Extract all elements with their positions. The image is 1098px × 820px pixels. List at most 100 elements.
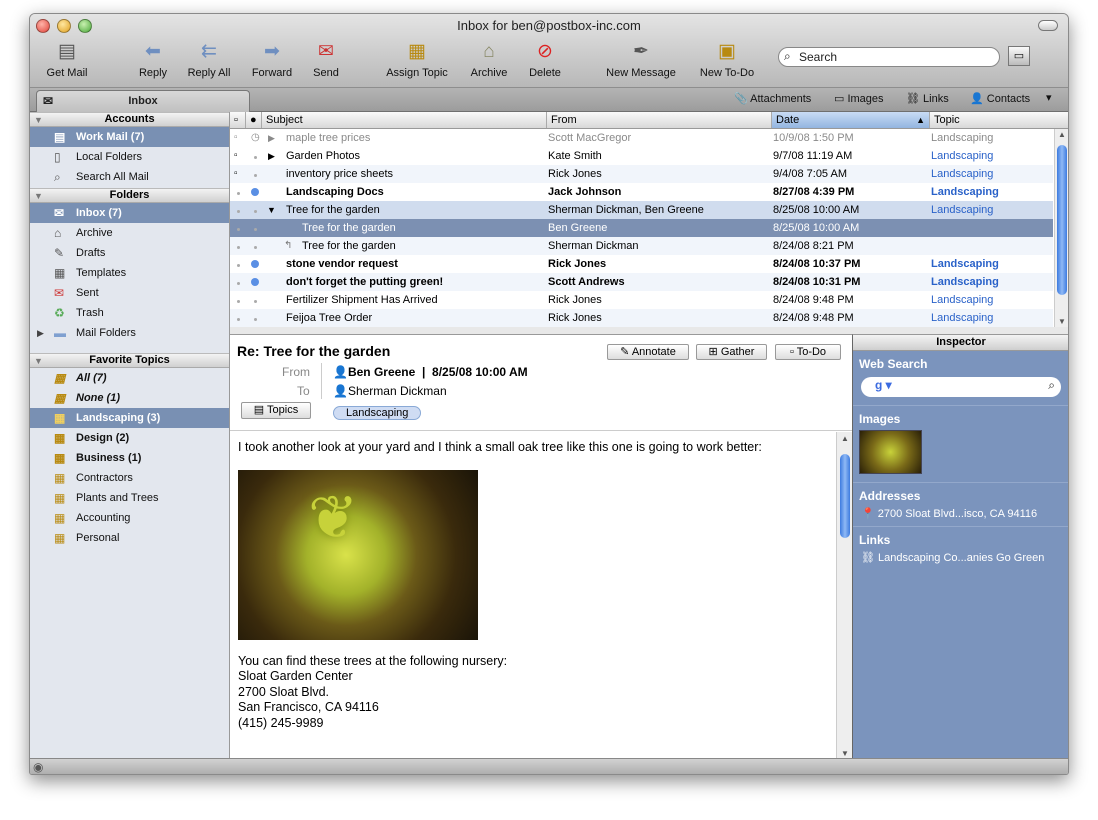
delete-icon: ⊘ xyxy=(537,41,553,62)
forward-button[interactable]: ➡ Forward xyxy=(249,40,295,79)
message-list-scrollbar[interactable]: ▲ ▼ xyxy=(1054,129,1068,327)
sidebar-item-trash[interactable]: ♻ Trash xyxy=(30,303,229,323)
map-pin-icon: 📍 xyxy=(861,508,875,520)
web-search-input[interactable]: g ▾ ⌕ xyxy=(861,377,1061,397)
annotate-button[interactable]: ✎ Annotate xyxy=(607,344,689,360)
address-item[interactable]: 📍 2700 Sloat Blvd...isco, CA 94116 xyxy=(853,503,1068,526)
get-mail-button[interactable]: ▤ Get Mail xyxy=(44,40,90,79)
link-item[interactable]: ⛓ Landscaping Co...anies Go Green xyxy=(853,547,1068,570)
replied-icon: ↰ xyxy=(284,240,293,251)
reply-button[interactable]: ⬅ Reply xyxy=(133,40,173,79)
message-row[interactable]: don't forget the putting green! Scott An… xyxy=(230,273,1053,291)
thread-collapsed-icon[interactable]: ▶ xyxy=(268,129,275,147)
topic-landscaping[interactable]: ▦ Landscaping (3) xyxy=(30,408,229,428)
to-value[interactable]: 👤Sherman Dickman xyxy=(333,384,447,398)
topic-design[interactable]: ▦ Design (2) xyxy=(30,428,229,448)
read-dot-icon xyxy=(237,273,240,291)
from-value[interactable]: 👤Ben Greene | 8/25/08 10:00 AM xyxy=(333,365,528,379)
sidebar-item-archive[interactable]: ⌂ Archive xyxy=(30,223,229,243)
read-column-header[interactable]: ● xyxy=(246,112,262,128)
image-thumbnail[interactable] xyxy=(859,430,922,474)
message-row[interactable]: Landscaping Docs Jack Johnson 8/27/08 4:… xyxy=(230,183,1053,201)
filter-images[interactable]: ▭ Images xyxy=(834,92,884,105)
scrollbar-thumb[interactable] xyxy=(1057,145,1067,295)
sidebar-item-local-folders[interactable]: ▯ Local Folders xyxy=(30,147,229,167)
date-column-header[interactable]: Date ▲ xyxy=(772,112,930,128)
person-icon: 👤 xyxy=(333,365,348,379)
message-row[interactable]: ▫ inventory price sheets Rick Jones 9/4/… xyxy=(230,165,1053,183)
sidebar-item-mail-folders[interactable]: ▶ ▬ Mail Folders xyxy=(30,323,229,343)
sidebar-item-templates[interactable]: ▦ Templates xyxy=(30,263,229,283)
sidebar-item-drafts[interactable]: ✎ Drafts xyxy=(30,243,229,263)
collapse-icon: ▼ xyxy=(34,191,43,201)
link-icon: ⛓ xyxy=(861,552,875,564)
accounts-header[interactable]: ▼ Accounts xyxy=(30,112,229,127)
tab-inbox[interactable]: ✉ Inbox xyxy=(36,90,250,112)
drafts-icon: ✎ xyxy=(54,246,65,260)
topic-contractors[interactable]: ▦ Contractors xyxy=(30,468,229,488)
sidebar-item-work-mail[interactable]: ▤ Work Mail (7) xyxy=(30,127,229,147)
search-icon[interactable]: ⌕ xyxy=(1048,378,1055,393)
subject-column-header[interactable]: Subject xyxy=(262,112,547,128)
message-date: 8/25/08 10:00 AM xyxy=(432,365,528,379)
scroll-up-icon[interactable]: ▲ xyxy=(841,434,849,443)
message-row[interactable]: ↰ Tree for the garden Sherman Dickman 8/… xyxy=(230,237,1053,255)
todo-button[interactable]: ▫ To-Do xyxy=(775,344,841,360)
topic-business[interactable]: ▦ Business (1) xyxy=(30,448,229,468)
filter-contacts[interactable]: 👤 Contacts xyxy=(970,92,1030,105)
online-status-icon[interactable]: ◉ xyxy=(33,760,43,774)
thread-expanded-icon[interactable]: ▼ xyxy=(267,201,276,219)
todo-icon: ▣ xyxy=(718,41,736,62)
attachment-column-header[interactable]: ▫ xyxy=(230,112,246,128)
send-button[interactable]: ✉ Send xyxy=(308,40,344,79)
archive-button[interactable]: ⌂ Archive xyxy=(467,40,511,79)
message-row[interactable]: stone vendor request Rick Jones 8/24/08 … xyxy=(230,255,1053,273)
topic-none[interactable]: ▦ None (1) xyxy=(30,388,229,408)
filter-links[interactable]: ⛓ Links xyxy=(906,92,949,105)
delete-button[interactable]: ⊘ Delete xyxy=(525,40,565,79)
todo-icon: ▫ xyxy=(234,150,238,161)
preview-scrollbar[interactable]: ▲ ▼ xyxy=(836,432,852,759)
toolbar-toggle-button[interactable] xyxy=(1038,20,1058,31)
advanced-search-button[interactable]: ▭ xyxy=(1008,46,1030,66)
topics-button[interactable]: ▤ Topics xyxy=(241,402,311,419)
message-row[interactable]: ▼ Tree for the garden Sherman Dickman, B… xyxy=(230,201,1053,219)
sidebar: ▼ Accounts ▤ Work Mail (7) ▯ Local Folders … xyxy=(30,112,230,758)
topic-personal[interactable]: ▦ Personal xyxy=(30,528,229,548)
favorite-topics-header[interactable]: ▼ Favorite Topics xyxy=(30,353,229,368)
folders-header[interactable]: ▼ Folders xyxy=(30,188,229,203)
topic-column-header[interactable]: Topic xyxy=(930,112,1068,128)
filter-attachments[interactable]: 📎 Attachments xyxy=(734,92,811,105)
from-column-header[interactable]: From xyxy=(547,112,772,128)
sidebar-item-search-all-mail[interactable]: ⌕ Search All Mail xyxy=(30,167,229,187)
gather-button[interactable]: ⊞ Gather xyxy=(696,344,767,360)
sidebar-item-inbox[interactable]: ✉ Inbox (7) xyxy=(30,203,229,223)
thread-collapsed-icon[interactable]: ▶ xyxy=(268,147,275,165)
search-input[interactable]: ⌕ Search xyxy=(778,47,1000,67)
topic-tag[interactable]: Landscaping xyxy=(333,406,422,420)
topic-accounting[interactable]: ▦ Accounting xyxy=(30,508,229,528)
message-row[interactable]: Fertilizer Shipment Has Arrived Rick Jon… xyxy=(230,291,1053,309)
message-row-selected[interactable]: Tree for the garden Ben Greene 8/25/08 1… xyxy=(230,219,1053,237)
scrollbar-thumb[interactable] xyxy=(840,454,850,538)
web-search-heading: Web Search xyxy=(859,357,928,371)
message-preview: Re: Tree for the garden ✎ Annotate ⊞ Gat… xyxy=(230,334,852,759)
disclosure-triangle-icon[interactable]: ▶ xyxy=(37,323,44,343)
inbox-icon: ✉ xyxy=(54,206,65,220)
sidebar-item-sent[interactable]: ✉ Sent xyxy=(30,283,229,303)
header-separator: | xyxy=(415,365,433,379)
message-row[interactable]: ▫ ◷ ▶ maple tree prices Scott MacGregor … xyxy=(230,129,1053,147)
topic-all[interactable]: ▦ All (7) xyxy=(30,368,229,388)
filter-menu-icon[interactable]: ▾ xyxy=(1046,91,1052,104)
google-icon[interactable]: g ▾ xyxy=(875,378,892,392)
reply-all-button[interactable]: ⇇ Reply All xyxy=(184,40,234,79)
scroll-up-icon[interactable]: ▲ xyxy=(1058,130,1066,139)
topic-plants-and-trees[interactable]: ▦ Plants and Trees xyxy=(30,488,229,508)
message-row[interactable]: ▫ ▶ Garden Photos Kate Smith 9/7/08 11:1… xyxy=(230,147,1053,165)
message-row[interactable]: Feijoa Tree Order Rick Jones 8/24/08 9:4… xyxy=(230,309,1053,327)
scroll-down-icon[interactable]: ▼ xyxy=(1058,317,1066,326)
new-todo-button[interactable]: ▣ New To-Do xyxy=(694,40,760,79)
assign-topic-button[interactable]: ▦ Assign Topic xyxy=(380,40,454,79)
scroll-down-icon[interactable]: ▼ xyxy=(841,749,849,758)
new-message-button[interactable]: ✒ New Message xyxy=(604,40,678,79)
